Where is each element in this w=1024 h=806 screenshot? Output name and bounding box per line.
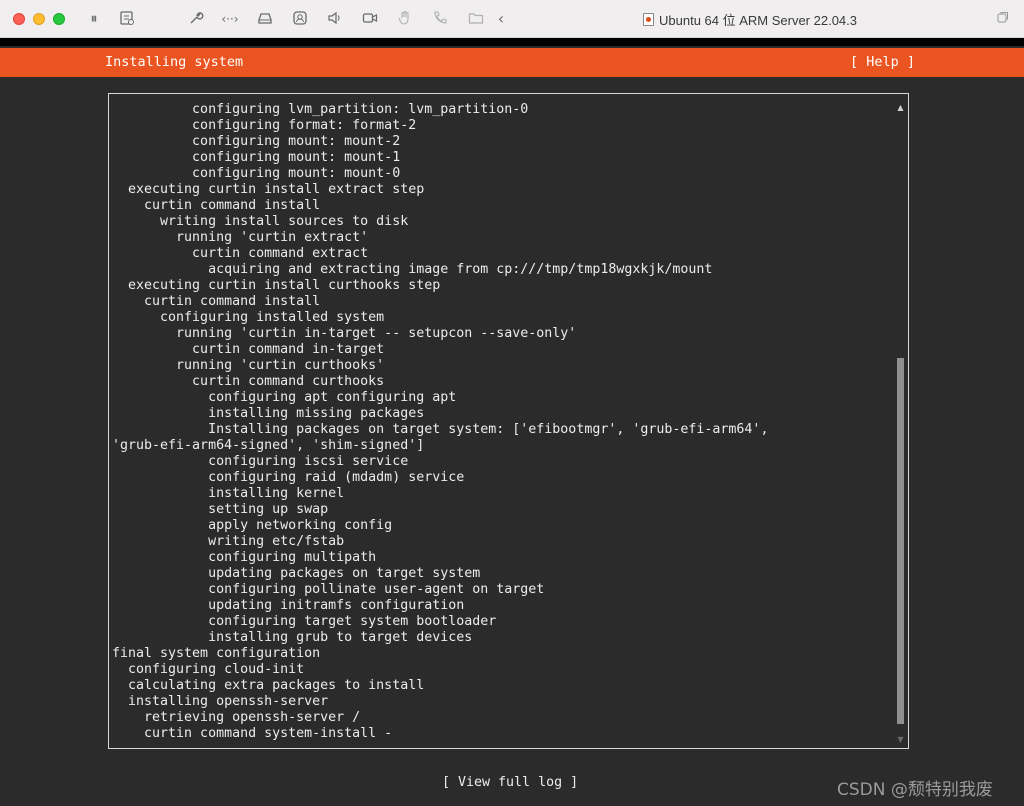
traffic-lights [13, 12, 65, 25]
log-line: updating packages on target system [112, 566, 481, 581]
screen-top-strip [0, 38, 1024, 46]
log-line: configuring apt configuring apt [112, 390, 457, 405]
scroll-down-icon[interactable]: ▼ [896, 735, 905, 744]
log-line: running 'curtin in-target -- setupcon --… [112, 326, 577, 341]
installer-header: Installing system [ Help ] [0, 48, 1024, 77]
log-line: installing missing packages [112, 406, 425, 421]
minimize-window-button[interactable] [33, 12, 45, 25]
window-titlebar: ⏸ ‹··› ‹ Ubuntu 64 位 ARM Server 22.04.3 [0, 0, 1024, 38]
log-line: installing openssh-server [112, 694, 329, 709]
log-line: configuring installed system [112, 310, 385, 325]
install-log-panel[interactable]: configuring lvm_partition: lvm_partition… [108, 93, 909, 749]
scrollbar-thumb[interactable] [897, 358, 904, 724]
log-line: calculating extra packages to install [112, 678, 425, 693]
log-line: 'grub-efi-arm64-signed', 'shim-signed'] [112, 438, 425, 453]
log-line: curtin command in-target [112, 342, 385, 357]
window-title: Ubuntu 64 位 ARM Server 22.04.3 [643, 10, 857, 28]
log-line: writing install sources to disk [112, 214, 409, 229]
pause-icon[interactable]: ⏸ [85, 10, 103, 28]
log-line: curtin command curthooks [112, 374, 385, 389]
log-line: configuring format: format-2 [112, 118, 417, 133]
close-window-button[interactable] [13, 12, 25, 25]
view-full-log-button[interactable]: [ View full log ] [442, 775, 578, 790]
volume-icon[interactable] [326, 10, 344, 28]
scrollbar-track[interactable] [897, 114, 904, 732]
log-line: Installing packages on target system: ['… [112, 422, 769, 437]
hand-icon[interactable] [396, 10, 414, 28]
vm-screen[interactable]: Installing system [ Help ] configuring l… [0, 38, 1024, 806]
log-line: curtin command install [112, 198, 321, 213]
log-line: configuring cloud-init [112, 662, 305, 677]
log-line: final system configuration [112, 646, 321, 661]
folder-icon[interactable] [467, 10, 485, 28]
help-button[interactable]: [ Help ] [850, 54, 915, 70]
log-line: configuring mount: mount-2 [112, 134, 401, 149]
log-line: configuring raid (mdadm) service [112, 470, 465, 485]
log-line: writing etc/fstab [112, 534, 345, 549]
log-line: configuring mount: mount-0 [112, 166, 401, 181]
log-line: configuring lvm_partition: lvm_partition… [112, 102, 529, 117]
usb-icon[interactable] [291, 10, 309, 28]
log-line: installing grub to target devices [112, 630, 473, 645]
log-line: curtin command install [112, 294, 321, 309]
scroll-up-icon[interactable]: ▲ [896, 103, 905, 112]
log-line: curtin command system-install - [112, 726, 393, 741]
log-line: configuring pollinate user-agent on targ… [112, 582, 545, 597]
fullscreen-icon[interactable] [994, 10, 1012, 28]
log-line: retrieving openssh-server / [112, 710, 361, 725]
log-line: configuring iscsi service [112, 454, 409, 469]
window-title-text: Ubuntu 64 位 ARM Server 22.04.3 [659, 12, 857, 28]
log-line: installing kernel [112, 486, 345, 501]
wrench-icon[interactable] [187, 10, 205, 28]
install-log-lines: configuring lvm_partition: lvm_partition… [112, 102, 892, 742]
log-line: running 'curtin extract' [112, 230, 369, 245]
log-line: curtin command extract [112, 246, 369, 261]
log-line: configuring mount: mount-1 [112, 150, 401, 165]
snapshot-icon[interactable] [118, 10, 136, 28]
code-icon[interactable]: ‹··› [221, 10, 239, 28]
log-line: apply networking config [112, 518, 393, 533]
log-line: configuring multipath [112, 550, 377, 565]
log-line: acquiring and extracting image from cp:/… [112, 262, 713, 277]
phone-icon[interactable] [431, 10, 449, 28]
log-line: setting up swap [112, 502, 329, 517]
log-line: executing curtin install extract step [112, 182, 425, 197]
back-icon[interactable]: ‹ [492, 10, 510, 28]
installer-title: Installing system [105, 54, 244, 70]
log-line: configuring target system bootloader [112, 614, 497, 629]
camera-icon[interactable] [361, 10, 379, 28]
log-line: executing curtin install curthooks step [112, 278, 441, 293]
log-line: running 'curtin curthooks' [112, 358, 385, 373]
csdn-watermark: CSDN @颓特别我废 [837, 780, 993, 800]
vm-file-icon [643, 12, 654, 26]
log-line: updating initramfs configuration [112, 598, 465, 613]
zoom-window-button[interactable] [53, 12, 65, 25]
disk-icon[interactable] [256, 10, 274, 28]
